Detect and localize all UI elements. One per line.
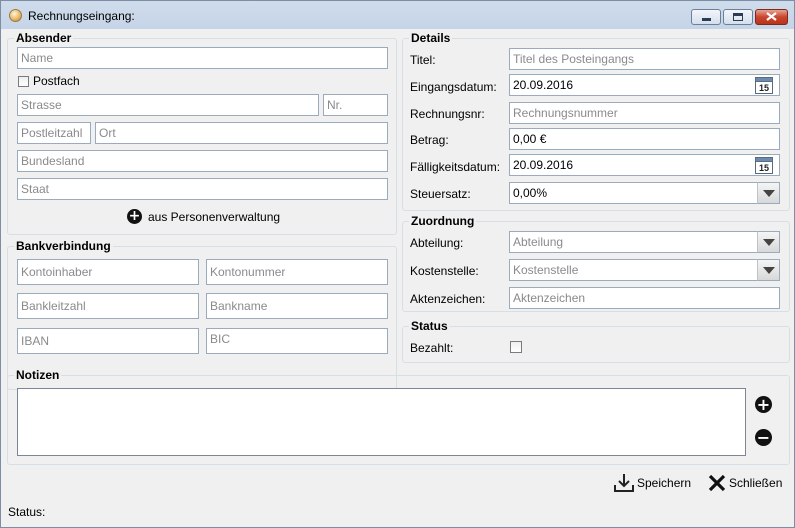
notizen-textarea[interactable] (17, 388, 746, 456)
rechnungsnr-input[interactable]: Rechnungsnummer (509, 102, 780, 124)
steuersatz-dropdown-button[interactable] (757, 182, 780, 204)
steuersatz-select[interactable]: 0,00% (509, 182, 758, 204)
invoice-window: Rechnungseingang: Absender Name Postfach… (0, 0, 795, 528)
maximize-icon (733, 13, 743, 21)
window-title: Rechnungseingang: (28, 9, 135, 23)
titel-label: Titel: (410, 53, 436, 67)
aktenzeichen-input[interactable]: Aktenzeichen (509, 287, 780, 309)
postleitzahl-input[interactable]: Postleitzahl (17, 122, 91, 144)
calendar-day-text: 15 (759, 83, 769, 93)
kostenstelle-select[interactable]: Kostenstelle (509, 259, 758, 281)
close-icon (766, 12, 777, 21)
zuordnung-title: Zuordnung (409, 214, 477, 228)
absender-title: Absender (14, 31, 74, 45)
maximize-button[interactable] (723, 9, 753, 25)
aus-personenverwaltung-button[interactable]: + aus Personenverwaltung (127, 208, 287, 228)
close-icon (708, 474, 726, 492)
minimize-icon (702, 18, 711, 21)
details-group: Details Titel: Titel des Posteingangs Ei… (402, 31, 790, 211)
bankname-input[interactable]: Bankname (206, 293, 388, 319)
notizen-group: Notizen + − (7, 368, 790, 465)
steuersatz-label: Steuersatz: (410, 187, 471, 201)
calendar-icon[interactable]: 15 (755, 76, 773, 94)
bezahlt-checkbox[interactable] (510, 341, 522, 353)
betrag-label: Betrag: (410, 133, 449, 147)
eingangsdatum-label: Eingangsdatum: (410, 80, 497, 94)
betrag-input[interactable]: 0,00 € (509, 128, 780, 150)
speichern-button[interactable]: Speichern (613, 472, 693, 496)
abteilung-label: Abteilung: (410, 236, 464, 250)
faelligkeitsdatum-input[interactable]: 20.09.2016 (509, 154, 780, 176)
minimize-button[interactable] (691, 9, 721, 25)
status-bar-label: Status: (8, 505, 46, 519)
name-input[interactable]: Name (17, 47, 388, 69)
bankverbindung-title: Bankverbindung (14, 239, 113, 253)
add-icon: + (127, 208, 142, 224)
schliessen-label: Schließen (729, 476, 783, 490)
abteilung-select[interactable]: Abteilung (509, 231, 758, 253)
close-button[interactable] (755, 9, 788, 25)
form-content: Absender Name Postfach Strasse Nr. Postl… (7, 29, 790, 523)
bundesland-input[interactable]: Bundesland (17, 150, 388, 172)
minus-icon: − (756, 428, 771, 447)
eingangsdatum-input[interactable]: 20.09.2016 (509, 74, 780, 96)
kostenstelle-label: Kostenstelle: (410, 264, 479, 278)
status-title: Status (409, 319, 450, 333)
bankleitzahl-input[interactable]: Bankleitzahl (17, 293, 199, 319)
add-note-button[interactable]: + (755, 396, 772, 413)
faelligkeitsdatum-label: Fälligkeitsdatum: (410, 160, 501, 174)
aus-personenverwaltung-label: aus Personenverwaltung (148, 210, 281, 224)
zuordnung-group: Zuordnung Abteilung: Abteilung Kostenste… (402, 214, 790, 312)
kostenstelle-dropdown-button[interactable] (757, 259, 780, 281)
status-group: Status Bezahlt: (402, 319, 790, 363)
ort-input[interactable]: Ort (95, 122, 388, 144)
notizen-title: Notizen (14, 368, 62, 382)
rechnungsnr-label: Rechnungsnr: (410, 107, 485, 121)
kontonummer-input[interactable]: Kontonummer (206, 259, 388, 285)
postfach-checkbox[interactable] (18, 76, 29, 87)
bezahlt-label: Bezahlt: (410, 341, 454, 355)
details-title: Details (409, 31, 453, 45)
absender-group: Absender Name Postfach Strasse Nr. Postl… (7, 31, 397, 235)
nr-input[interactable]: Nr. (323, 94, 388, 116)
strasse-input[interactable]: Strasse (17, 94, 319, 116)
remove-note-button[interactable]: − (755, 429, 772, 446)
kontoinhaber-input[interactable]: Kontoinhaber (17, 259, 199, 285)
iban-input[interactable]: IBAN (17, 328, 199, 354)
plus-icon: + (756, 395, 771, 414)
calendar-day-text: 15 (759, 163, 769, 173)
bic-input[interactable]: BIC (206, 328, 388, 354)
abteilung-dropdown-button[interactable] (757, 231, 780, 253)
bankverbindung-group: Bankverbindung Kontoinhaber Kontonummer … (7, 239, 397, 390)
staat-input[interactable]: Staat (17, 178, 388, 200)
aktenzeichen-label: Aktenzeichen: (410, 292, 486, 306)
calendar-icon[interactable]: 15 (755, 156, 773, 174)
speichern-label: Speichern (637, 476, 692, 490)
titel-input[interactable]: Titel des Posteingangs (509, 48, 780, 70)
schliessen-button[interactable]: Schließen (707, 472, 785, 496)
app-icon (9, 9, 22, 22)
title-bar[interactable]: Rechnungseingang: (1, 1, 794, 29)
postfach-label: Postfach (33, 74, 80, 88)
download-icon (614, 474, 634, 492)
